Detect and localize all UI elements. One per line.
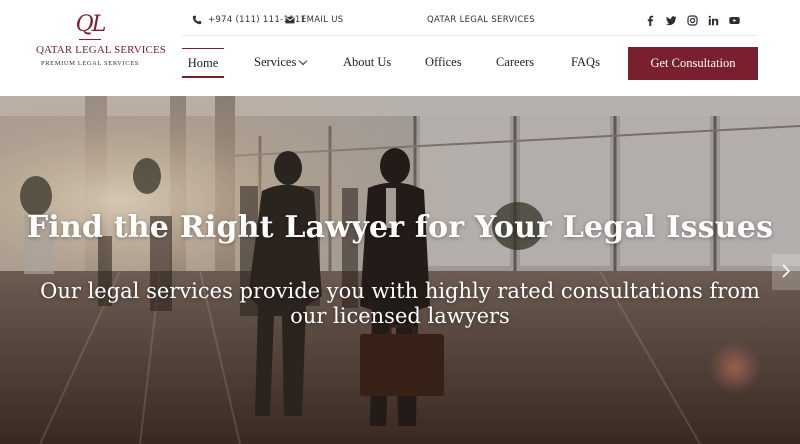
logo-divider [79,39,101,40]
site-logo[interactable]: QL QATAR LEGAL SERVICES PREMIUM LEGAL SE… [36,12,166,67]
topbar-brand-text: QATAR LEGAL SERVICES [427,15,535,25]
hero-title: Find the Right Lawyer for Your Legal Iss… [26,210,774,245]
chevron-right-icon [781,263,791,282]
get-consultation-button[interactable]: Get Consultation [628,47,758,80]
logo-tagline: PREMIUM LEGAL SERVICES [40,60,140,67]
youtube-icon[interactable] [729,15,740,26]
nav-faqs[interactable]: FAQs [571,48,600,78]
top-bar: +974 (111) 111-1111 EMAIL US QATAR LEGAL… [182,8,758,36]
hero-subtitle: Our legal services provide you with high… [40,279,760,328]
slider-next-button[interactable] [772,254,800,290]
facebook-icon[interactable] [645,15,656,26]
phone-icon [192,15,202,25]
nav-careers[interactable]: Careers [496,48,534,78]
email-label: EMAIL US [301,15,344,25]
nav-about-us[interactable]: About Us [343,48,391,78]
twitter-icon[interactable] [666,15,677,26]
email-link[interactable]: EMAIL US [285,15,343,25]
social-links [645,15,740,26]
instagram-icon[interactable] [687,15,698,26]
site-header: QL QATAR LEGAL SERVICES PREMIUM LEGAL SE… [0,0,800,96]
chevron-down-icon [299,56,308,66]
hero-banner: Find the Right Lawyer for Your Legal Iss… [0,96,800,444]
logo-name: QATAR LEGAL SERVICES [36,44,166,56]
nav-services[interactable]: Services [254,48,308,78]
hero-overlay [0,96,800,444]
nav-home[interactable]: Home [182,48,224,78]
nav-services-label: Services [254,55,297,69]
envelope-icon [285,15,295,25]
nav-offices[interactable]: Offices [425,48,462,78]
logo-monogram: QL [75,12,107,37]
linkedin-icon[interactable] [708,15,719,26]
